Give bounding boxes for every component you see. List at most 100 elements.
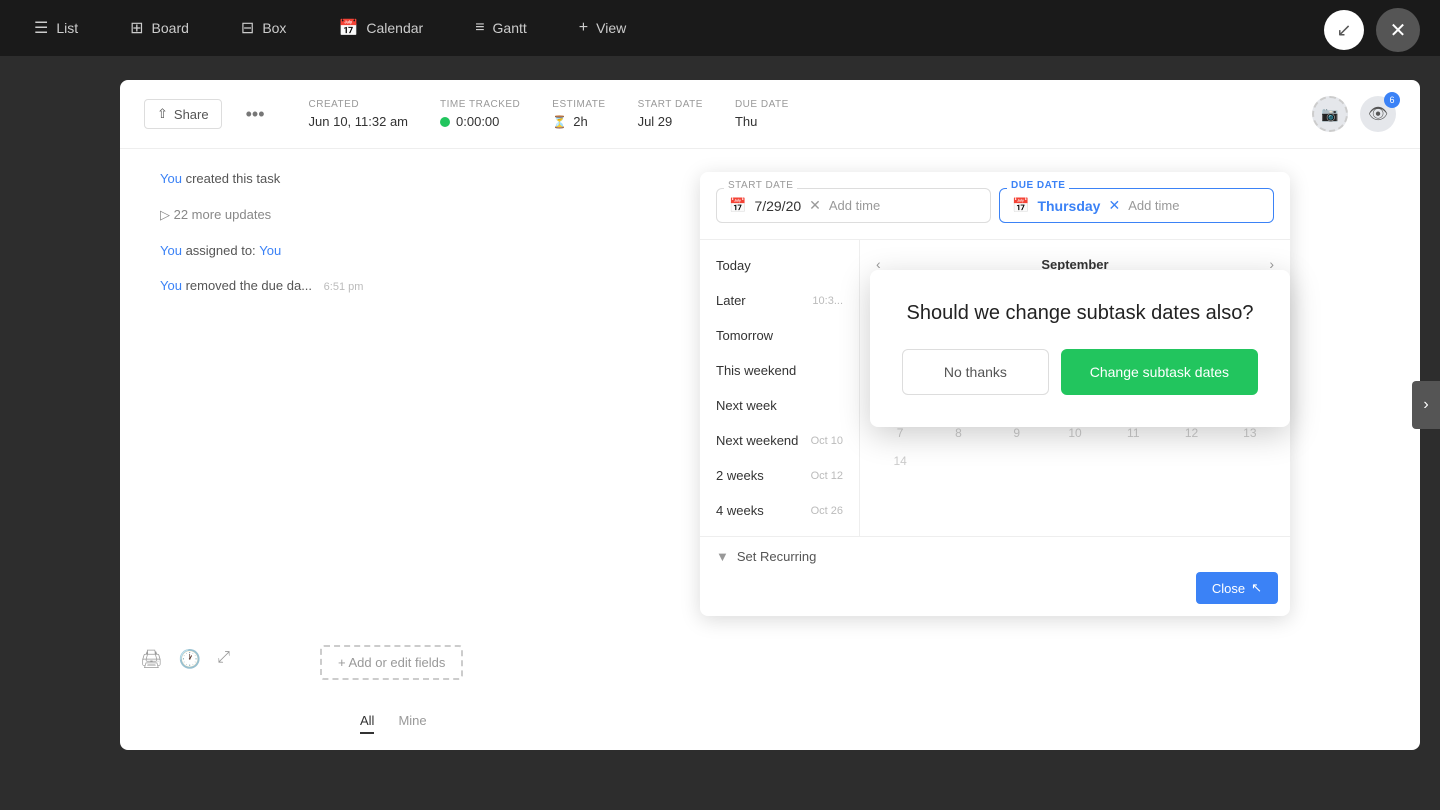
box-icon: ⊟ — [241, 18, 254, 38]
time-tracked-value: 0:00:00 — [440, 114, 520, 129]
nav-gantt-label: Gantt — [493, 20, 527, 36]
watch-button[interactable]: 👁 6 — [1360, 96, 1396, 132]
calendar-footer: Close ↖ — [700, 576, 1290, 616]
quick-option-this-weekend[interactable]: This weekend — [700, 353, 859, 388]
panel-next-button[interactable]: › — [1412, 381, 1440, 429]
due-date-calendar-icon: 📅 — [1012, 197, 1029, 214]
gantt-icon: ≡ — [475, 19, 484, 37]
top-right-buttons: ↙ ✕ — [1324, 8, 1420, 52]
due-date-field-wrap: DUE DATE 📅 Thursday ✕ Add time — [999, 188, 1274, 223]
date-picker-header: START DATE 📅 7/29/20 ✕ Add time DUE DATE… — [700, 172, 1290, 240]
list-icon: ☰ — [34, 18, 48, 38]
quick-option-today[interactable]: Today — [700, 248, 859, 283]
start-date-clear[interactable]: ✕ — [809, 197, 821, 214]
chevron-down-icon: ▼ — [716, 549, 729, 564]
estimate-label: ESTIMATE — [552, 99, 605, 110]
removed-text: removed the due da... — [186, 278, 312, 293]
expand-icon[interactable]: ⤢ — [217, 649, 230, 670]
nav-view[interactable]: + View — [569, 13, 636, 43]
action-icons: 🖨 🕐 ⤢ — [140, 649, 230, 670]
print-icon[interactable]: 🖨 — [140, 649, 163, 670]
set-recurring-label: Set Recurring — [737, 549, 816, 564]
start-date-calendar-icon: 📅 — [729, 197, 746, 214]
no-thanks-button[interactable]: No thanks — [902, 349, 1049, 395]
assigned-to-you: You — [259, 243, 281, 258]
history-icon[interactable]: 🕐 — [179, 649, 201, 670]
start-date-value: 7/29/20 — [754, 198, 801, 214]
quick-option-next-weekend[interactable]: Next weekendOct 10 — [700, 423, 859, 458]
quick-option-tomorrow[interactable]: Tomorrow — [700, 318, 859, 353]
set-recurring[interactable]: ▼ Set Recurring — [700, 536, 1290, 576]
due-date-label: DUE DATE — [735, 99, 789, 110]
subtask-modal-title: Should we change subtask dates also? — [902, 302, 1258, 325]
quick-option-2-weeks[interactable]: 2 weeksOct 12 — [700, 458, 859, 493]
change-subtask-dates-button[interactable]: Change subtask dates — [1061, 349, 1258, 395]
quick-option-4-weeks[interactable]: 4 weeksOct 26 — [700, 493, 859, 528]
nav-board-label: Board — [152, 20, 189, 36]
due-date-value: Thursday — [1037, 198, 1100, 214]
due-add-time[interactable]: Add time — [1128, 198, 1179, 213]
meta-estimate: ESTIMATE ⏳ 2h — [552, 99, 605, 129]
close-calendar-button[interactable]: Close ↖ — [1196, 572, 1278, 604]
tab-all[interactable]: All — [360, 709, 374, 734]
due-date-field-label: DUE DATE — [1007, 180, 1069, 191]
activity-tabs: All Mine — [360, 709, 427, 734]
panel-header: ⇧ Share ••• CREATED Jun 10, 11:32 am TIM… — [120, 80, 1420, 149]
you-label-created: You — [160, 171, 182, 186]
nav-calendar-label: Calendar — [366, 20, 423, 36]
nav-box-label: Box — [262, 20, 286, 36]
watch-badge: 6 — [1384, 92, 1400, 108]
created-value: Jun 10, 11:32 am — [309, 114, 409, 129]
close-button[interactable]: ✕ — [1376, 8, 1420, 52]
created-label: CREATED — [309, 99, 409, 110]
tab-mine[interactable]: Mine — [398, 709, 426, 734]
time-tracked-label: TIME TRACKED — [440, 99, 520, 110]
time-tracked-dot — [440, 117, 450, 127]
nav-box[interactable]: ⊟ Box — [231, 12, 297, 44]
nav-view-label: View — [596, 20, 626, 36]
subtask-modal: Should we change subtask dates also? No … — [870, 270, 1290, 427]
cal-day-14[interactable]: 14 — [872, 448, 928, 474]
nav-list[interactable]: ☰ List — [24, 12, 88, 44]
estimate-value: ⏳ 2h — [552, 114, 605, 129]
plus-icon: + — [579, 19, 588, 37]
due-date-clear[interactable]: ✕ — [1108, 197, 1120, 214]
meta-time-tracked: TIME TRACKED 0:00:00 — [440, 99, 520, 129]
start-date-field-label: START DATE — [724, 180, 797, 191]
share-button[interactable]: ⇧ Share — [144, 99, 222, 129]
created-text: created this task — [186, 171, 281, 186]
meta-due-date: DUE DATE Thu — [735, 99, 789, 129]
top-nav: ☰ List ⊞ Board ⊟ Box 📅 Calendar ≡ Gantt … — [0, 0, 1440, 56]
meta-created: CREATED Jun 10, 11:32 am — [309, 99, 409, 129]
nav-board[interactable]: ⊞ Board — [120, 12, 199, 44]
download-button[interactable]: ↙ — [1324, 10, 1364, 50]
modal-buttons: No thanks Change subtask dates — [902, 349, 1258, 395]
start-date-label: START DATE — [638, 99, 703, 110]
you-label-assigned: You — [160, 243, 182, 258]
share-label: Share — [174, 107, 209, 122]
start-add-time[interactable]: Add time — [829, 198, 880, 213]
quick-option-later[interactable]: Later10:3... — [700, 283, 859, 318]
meta-fields: CREATED Jun 10, 11:32 am TIME TRACKED 0:… — [309, 99, 789, 129]
nav-calendar[interactable]: 📅 Calendar — [328, 12, 433, 44]
hourglass-icon: ⏳ — [552, 115, 567, 129]
nav-list-label: List — [56, 20, 78, 36]
add-fields-button[interactable]: + Add or edit fields — [320, 645, 463, 680]
meta-start-date: START DATE Jul 29 — [638, 99, 703, 129]
camera-avatar: 📷 — [1312, 96, 1348, 132]
cursor-icon: ↖ — [1251, 580, 1262, 596]
board-icon: ⊞ — [130, 18, 143, 38]
quick-options: TodayLater10:3...TomorrowThis weekendNex… — [700, 240, 860, 536]
calendar-icon: 📅 — [338, 18, 358, 38]
more-options-button[interactable]: ••• — [238, 100, 273, 129]
start-date-value: Jul 29 — [638, 114, 703, 129]
timestamp: 6:51 pm — [324, 281, 364, 293]
quick-option-next-week[interactable]: Next week — [700, 388, 859, 423]
share-icon: ⇧ — [157, 106, 168, 122]
due-date-field[interactable]: DUE DATE 📅 Thursday ✕ Add time — [999, 188, 1274, 223]
right-icons: 📷 👁 6 — [1312, 96, 1396, 132]
start-date-field[interactable]: START DATE 📅 7/29/20 ✕ Add time — [716, 188, 991, 223]
nav-gantt[interactable]: ≡ Gantt — [465, 13, 537, 43]
assigned-text: assigned to: — [186, 243, 260, 258]
you-label-removed: You — [160, 278, 182, 293]
